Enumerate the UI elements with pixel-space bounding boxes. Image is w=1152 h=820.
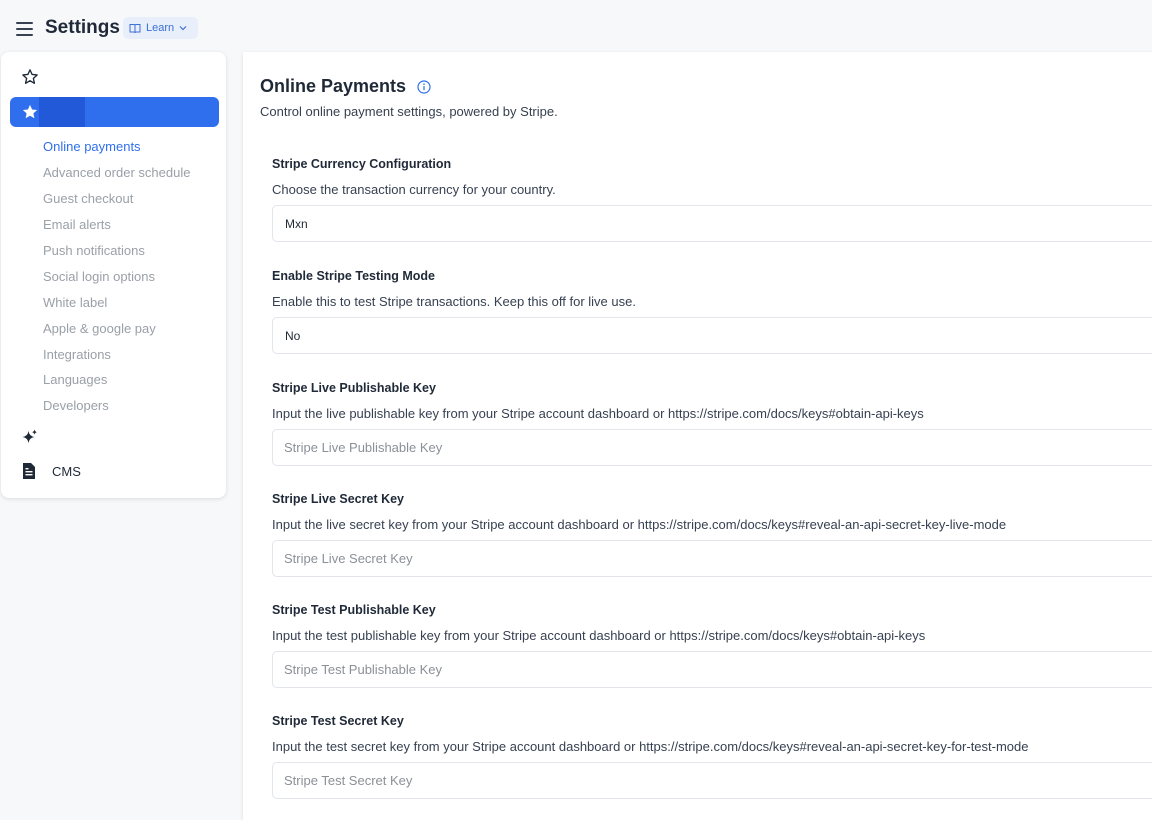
live-publishable-key-input[interactable] (272, 429, 1152, 466)
test-secret-key-input[interactable] (272, 762, 1152, 799)
sidebar-item-apple-google-pay[interactable]: Apple & google pay (43, 315, 190, 341)
book-icon (129, 23, 141, 33)
field-help: Input the test publishable key from your… (272, 627, 926, 643)
field-test-secret-key: Stripe Test Secret Key Input the test se… (272, 711, 1152, 799)
field-label: Stripe Live Secret Key (272, 492, 405, 506)
sidebar-item-favorites[interactable] (10, 62, 219, 92)
section-title: Online Payments (260, 76, 407, 96)
star-outline-icon (22, 69, 38, 84)
field-help: Input the live publishable key from your… (272, 405, 924, 421)
field-label: Stripe Currency Configuration (272, 157, 452, 171)
field-label: Enable Stripe Testing Mode (272, 269, 435, 283)
sidebar-item-developers[interactable]: Developers (43, 393, 190, 419)
sidebar-item-cms-label: CMS (52, 463, 81, 479)
learn-label: Learn (146, 22, 175, 34)
field-label: Stripe Live Publishable Key (272, 381, 436, 395)
document-icon (23, 463, 35, 479)
sidebar-item-social-login-options[interactable]: Social login options (43, 263, 190, 289)
sidebar-sub-items: Online payments Advanced order schedule … (43, 134, 190, 419)
section-title-row: Online Payments (260, 76, 431, 97)
field-label: Stripe Test Publishable Key (272, 603, 436, 617)
star-filled-icon (22, 104, 38, 119)
sidebar-item-ai[interactable] (10, 422, 219, 452)
field-help: Enable this to test Stripe transactions.… (272, 293, 636, 309)
sidebar-item-white-label[interactable]: White label (43, 289, 190, 315)
field-label: Stripe Test Secret Key (272, 714, 404, 728)
sidebar-item-languages[interactable]: Languages (43, 367, 190, 393)
sidebar-item-advanced-order-schedule[interactable]: Advanced order schedule (43, 160, 190, 186)
field-test-publishable-key: Stripe Test Publishable Key Input the te… (272, 600, 1152, 688)
live-secret-key-input[interactable] (272, 540, 1152, 577)
sidebar-item-cms[interactable]: CMS (10, 456, 219, 486)
section-description: Control online payment settings, powered… (260, 104, 558, 119)
sidebar-item-guest-checkout[interactable]: Guest checkout (43, 186, 190, 212)
field-live-publishable-key: Stripe Live Publishable Key Input the li… (272, 378, 1152, 466)
field-help: Choose the transaction currency for your… (272, 181, 556, 197)
learn-button[interactable]: Learn (123, 17, 198, 39)
sparkles-icon (22, 429, 38, 443)
info-icon[interactable] (417, 79, 431, 94)
sidebar-item-active[interactable] (10, 97, 219, 127)
chevron-down-icon (179, 26, 187, 31)
field-help: Input the live secret key from your Stri… (272, 516, 1007, 532)
testing-mode-select[interactable]: No (272, 317, 1152, 354)
main-panel: Online Payments Control online payment s… (243, 52, 1152, 820)
test-publishable-key-input[interactable] (272, 651, 1152, 688)
currency-select[interactable]: Mxn (272, 205, 1152, 242)
field-testing-mode: Enable Stripe Testing Mode Enable this t… (272, 266, 1152, 354)
sidebar-item-email-alerts[interactable]: Email alerts (43, 212, 190, 238)
page-title: Settings (45, 17, 120, 38)
field-live-secret-key: Stripe Live Secret Key Input the live se… (272, 489, 1152, 577)
sidebar-item-online-payments[interactable]: Online payments (43, 134, 190, 160)
sidebar-item-push-notifications[interactable]: Push notifications (43, 238, 190, 264)
sidebar-item-integrations[interactable]: Integrations (43, 341, 190, 367)
field-currency: Stripe Currency Configuration Choose the… (272, 154, 1152, 242)
field-help: Input the test secret key from your Stri… (272, 738, 1029, 754)
menu-icon[interactable] (16, 22, 33, 36)
sidebar-active-label (39, 97, 85, 127)
settings-sidebar: Online payments Advanced order schedule … (1, 52, 226, 498)
top-bar: Settings Learn (0, 0, 1152, 52)
